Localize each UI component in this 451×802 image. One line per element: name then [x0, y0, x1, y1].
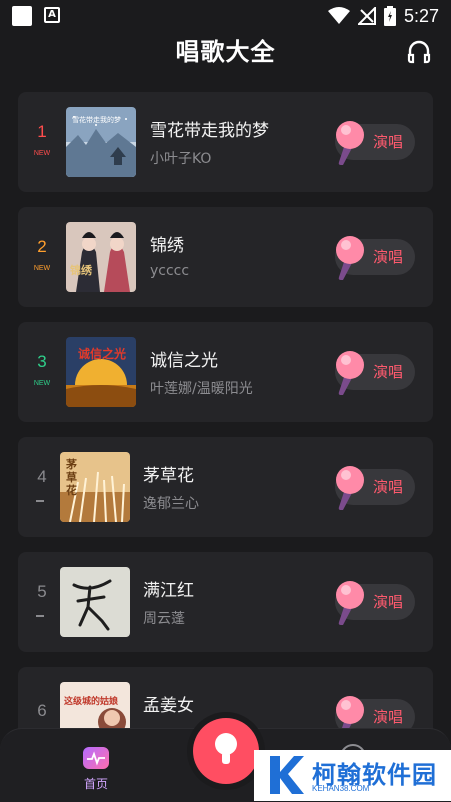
song-artist: 逸郁兰心 — [143, 496, 199, 512]
sing-label: 演唱 — [373, 248, 404, 266]
song-card[interactable]: 1 NEW 雪花带走我的梦 雪花带走我的梦 小叶子KO 演唱 — [18, 92, 433, 192]
song-list: 1 NEW 雪花带走我的梦 雪花带走我的梦 小叶子KO 演唱 2 NEW 锦绣 … — [18, 92, 433, 782]
new-tag: NEW — [33, 380, 51, 387]
watermark: 柯翰软件园 KEHAN38.COM — [254, 750, 451, 801]
sing-button[interactable]: 演唱 — [335, 351, 415, 395]
song-card[interactable]: 4 茅草花 茅草花 逸郁兰心 演唱 — [18, 437, 433, 537]
battery-icon — [383, 6, 396, 26]
song-card[interactable]: 5 满江红 周云蓬 演唱 — [18, 552, 433, 652]
microphone-icon — [336, 581, 364, 625]
no-signal-icon — [357, 7, 376, 25]
song-title: 雪花带走我的梦 — [150, 121, 269, 141]
rank-unchanged-indicator — [36, 500, 44, 502]
sing-label: 演唱 — [373, 478, 404, 496]
song-cover: 雪花带走我的梦 — [66, 107, 136, 177]
cover-text: 雪花带走我的梦 — [72, 116, 121, 124]
header: 唱歌大全 — [0, 32, 451, 72]
song-title: 孟姜女 — [143, 696, 194, 716]
song-title: 茅草花 — [143, 466, 194, 486]
page-title: 唱歌大全 — [175, 38, 276, 66]
song-artist: 叶莲娜/温暖阳光 — [150, 381, 253, 397]
cover-text: 茅草花 — [66, 458, 77, 497]
sing-label: 演唱 — [373, 593, 404, 611]
nav-home[interactable]: 首页 — [80, 747, 112, 792]
status-icons: 5:27 — [327, 4, 439, 28]
wifi-icon — [327, 7, 350, 24]
microphone-icon — [336, 236, 364, 280]
sing-button[interactable]: 演唱 — [335, 121, 415, 165]
song-artist: ycccc — [150, 263, 190, 279]
new-tag: NEW — [33, 150, 51, 157]
sing-button[interactable]: 演唱 — [335, 581, 415, 625]
song-card[interactable]: 2 NEW 锦绣 锦绣 ycccc 演唱 — [18, 207, 433, 307]
watermark-url: KEHAN38.COM — [312, 784, 370, 793]
microphone-icon — [215, 733, 237, 764]
rank-number: 4 — [37, 467, 47, 486]
watermark-logo — [270, 756, 304, 794]
pulse-icon — [83, 747, 109, 769]
status-bar: A 5:27 — [0, 0, 451, 32]
song-artist: 小叶子KO — [150, 151, 212, 167]
nav-home-label: 首页 — [83, 777, 108, 791]
sing-button[interactable]: 演唱 — [335, 236, 415, 280]
song-cover: 茅草花 — [60, 452, 130, 522]
rank-unchanged-indicator — [36, 615, 44, 617]
song-title: 锦绣 — [150, 236, 184, 256]
song-cover: 诚信之光 — [66, 337, 136, 407]
cover-text: 这级城的姑娘 — [64, 697, 119, 707]
cover-text: 锦绣 — [70, 264, 92, 277]
rank-number: 6 — [37, 701, 47, 720]
song-card[interactable]: 3 NEW 诚信之光 诚信之光 叶莲娜/温暖阳光 演唱 — [18, 322, 433, 422]
rank-number: 5 — [37, 582, 47, 601]
song-title: 满江红 — [143, 581, 194, 601]
microphone-icon — [336, 121, 364, 165]
headphones-icon[interactable] — [405, 38, 433, 66]
sing-label: 演唱 — [373, 133, 404, 151]
rank-number: 2 — [37, 237, 47, 256]
rank-number: 1 — [37, 122, 47, 141]
app-notification-icon: A — [44, 7, 60, 23]
sing-label: 演唱 — [373, 363, 404, 381]
rank-number: 3 — [37, 352, 47, 371]
cover-text: 诚信之光 — [77, 347, 126, 361]
record-button[interactable] — [193, 718, 259, 784]
clock: 5:27 — [403, 5, 439, 26]
microphone-icon — [336, 466, 364, 510]
song-cover — [60, 567, 130, 637]
song-artist: 周云蓬 — [143, 611, 185, 627]
sing-button[interactable]: 演唱 — [335, 466, 415, 510]
new-tag: NEW — [33, 265, 51, 272]
song-title: 诚信之光 — [150, 351, 218, 371]
microphone-icon — [336, 351, 364, 395]
song-cover: 锦绣 — [66, 222, 136, 292]
notification-icon — [12, 6, 32, 26]
